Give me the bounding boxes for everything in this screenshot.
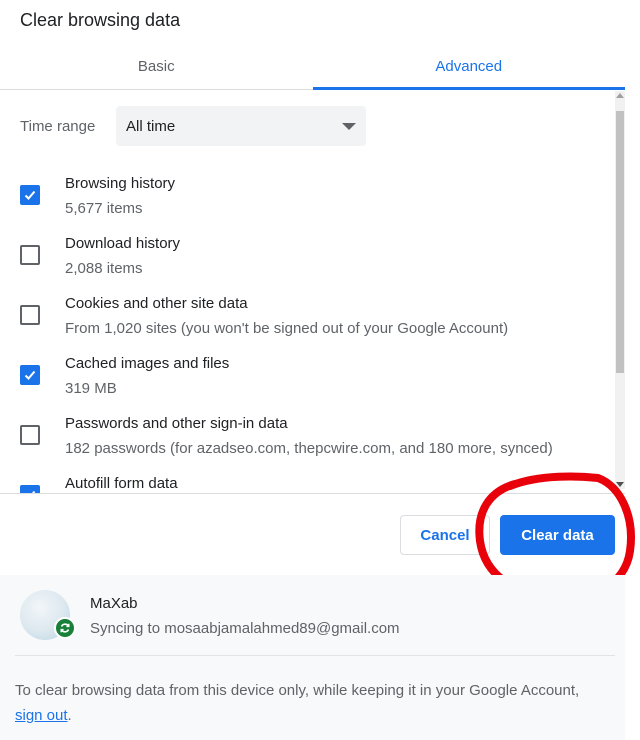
cancel-button[interactable]: Cancel [400,515,490,555]
time-range-row: Time range All time [20,106,366,146]
download-history-checkbox[interactable] [20,245,40,265]
option-cookies: Cookies and other site data From 1,020 s… [20,294,508,339]
chevron-down-icon [342,122,356,130]
footer-note: To clear browsing data from this device … [15,678,605,728]
option-description: 182 passwords (for azadseo.com, thepcwir… [65,440,553,457]
tab-bar: Basic Advanced [0,48,625,90]
option-browsing-history: Browsing history 5,677 items [20,174,175,219]
clear-data-button[interactable]: Clear data [500,515,615,555]
cached-images-checkbox[interactable] [20,365,40,385]
scroll-down-arrow-icon[interactable] [616,482,624,487]
account-footer: MaXab Syncing to mosaabjamalahmed89@gmai… [0,575,625,740]
cookies-checkbox[interactable] [20,305,40,325]
time-range-label: Time range [20,117,96,135]
option-description: 319 MB [65,380,117,397]
divider [15,655,615,656]
dialog-actions: Cancel Clear data [0,495,640,575]
option-description: 5,677 items [65,200,143,217]
passwords-checkbox[interactable] [20,425,40,445]
option-label: Browsing history [65,175,176,192]
dialog-title: Clear browsing data [20,10,181,30]
options-scroll-area: Time range All time Browsing history 5,6… [0,91,625,494]
scrollbar-thumb[interactable] [616,111,624,373]
option-description: From 1,020 sites (you won't be signed ou… [65,320,509,337]
sync-icon [54,617,76,639]
option-label: Autofill form data [65,475,178,492]
sync-status: Syncing to mosaabjamalahmed89@gmail.com [90,620,400,637]
tab-advanced[interactable]: Advanced [312,48,626,90]
time-range-value: All time [126,117,176,135]
scroll-up-arrow-icon[interactable] [616,93,624,98]
checkmark-icon [24,370,36,380]
option-passwords: Passwords and other sign-in data 182 pas… [20,414,553,459]
option-autofill: Autofill form data [20,474,178,493]
option-download-history: Download history 2,088 items [20,234,180,279]
tab-basic[interactable]: Basic [0,48,313,89]
option-label: Cookies and other site data [65,295,248,312]
option-label: Download history [65,235,181,252]
account-name: MaXab [90,595,138,612]
checkmark-icon [31,490,36,493]
scrollbar[interactable] [615,91,625,489]
checkmark-icon [24,190,36,200]
autofill-checkbox[interactable] [20,485,40,493]
time-range-select[interactable]: All time [116,106,366,146]
footer-note-end: . [67,707,72,724]
sign-out-link[interactable]: sign out [15,707,68,724]
footer-note-text: To clear browsing data from this device … [15,682,580,699]
option-cached-images: Cached images and files 319 MB [20,354,229,399]
option-label: Passwords and other sign-in data [65,415,288,432]
browsing-history-checkbox[interactable] [20,185,40,205]
option-label: Cached images and files [65,355,230,372]
option-description: 2,088 items [65,260,143,277]
